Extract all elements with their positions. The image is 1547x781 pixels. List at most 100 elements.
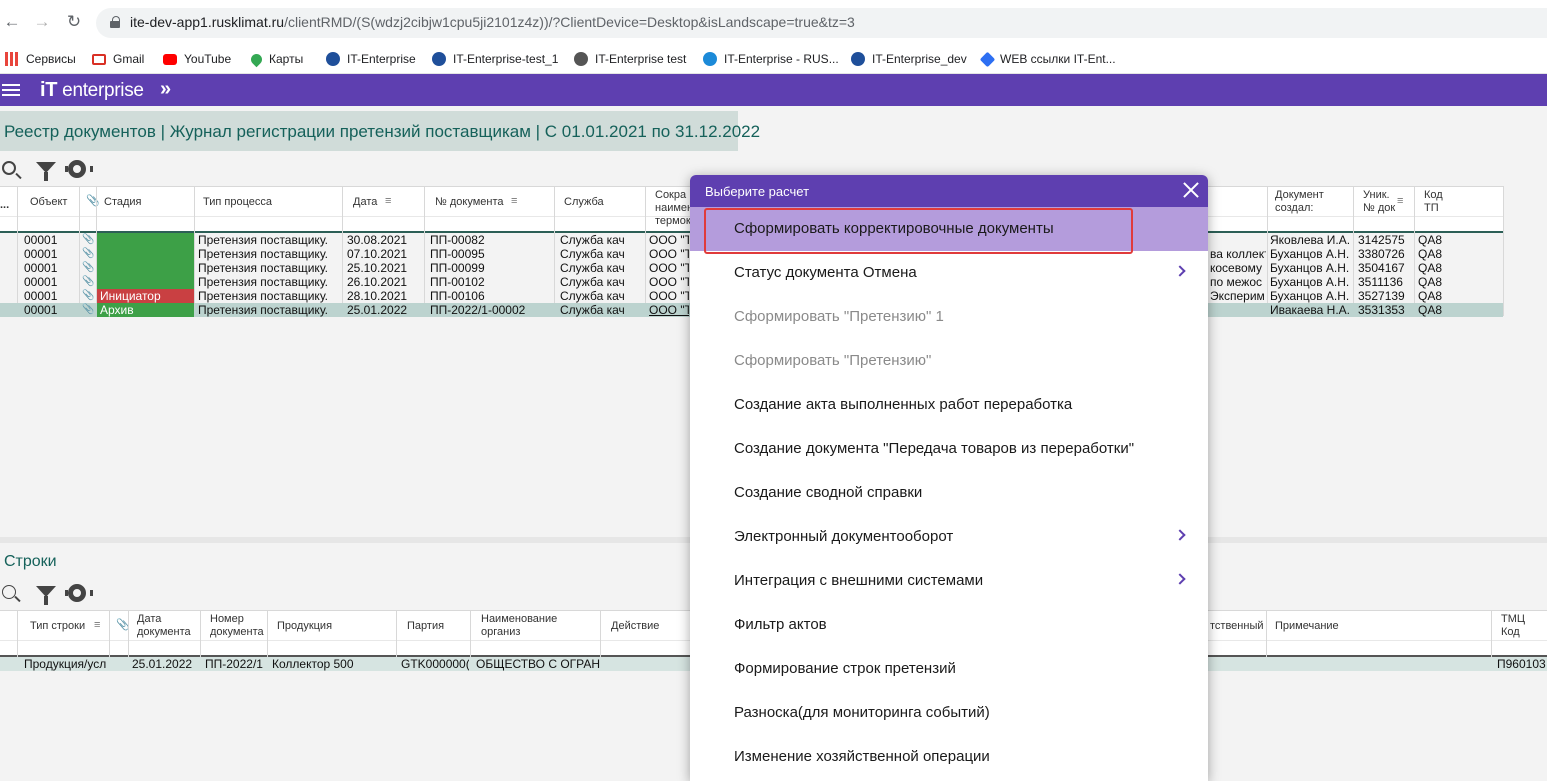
- cell-service: Служба кач: [560, 303, 625, 317]
- menu-item-12[interactable]: Разноска(для мониторинга событий): [690, 691, 1208, 735]
- bookmark-services[interactable]: Сервисы: [5, 48, 76, 70]
- col-batch[interactable]: Партия: [407, 620, 444, 633]
- filter-icon[interactable]: [35, 584, 57, 606]
- menu-icon[interactable]: [2, 84, 20, 96]
- cell-short-name: ООО "ТІ: [649, 275, 689, 289]
- menu-item-7[interactable]: Создание сводной справки: [690, 471, 1208, 515]
- cell-created-by: Буханцов А.Н.: [1270, 261, 1350, 275]
- cell-product: Коллектор 500: [272, 657, 354, 671]
- chevron-right-icon[interactable]: [1174, 265, 1186, 277]
- paperclip-icon: 📎: [86, 195, 100, 207]
- highlight-outline: [704, 208, 1133, 254]
- paperclip-icon[interactable]: 📎: [82, 289, 94, 303]
- bookmark-it-enterprise-test[interactable]: IT-Enterprise test: [574, 48, 686, 70]
- reload-icon[interactable]: ↻: [64, 11, 84, 33]
- col-product[interactable]: Продукция: [277, 620, 332, 633]
- cell-doc-date: 25.01.2022: [132, 657, 193, 671]
- cell-created-by: Буханцов А.Н.: [1270, 275, 1350, 289]
- cell-stage: Инициатор: [97, 289, 194, 303]
- paperclip-icon[interactable]: 📎: [82, 275, 94, 289]
- expand-chevrons-icon[interactable]: »: [160, 78, 171, 101]
- browser-toolbar: ← → ↻ ite-dev-app1.rusklimat.ru/clientRM…: [0, 0, 1547, 44]
- col-doc-number[interactable]: № документа: [435, 196, 504, 209]
- col-unique-doc-num[interactable]: Уник. № док: [1363, 189, 1395, 215]
- menu-item-label: Статус документа Отмена: [734, 264, 917, 281]
- settings-gear-icon[interactable]: [65, 582, 93, 604]
- cell-process-type: Претензия поставщику.: [198, 275, 328, 289]
- bookmark-youtube[interactable]: YouTube: [163, 48, 231, 70]
- bookmark-gmail[interactable]: Gmail: [92, 48, 144, 70]
- col-service[interactable]: Служба: [564, 196, 604, 209]
- cell-object: 00001: [24, 275, 58, 289]
- bookmark-it-enterprise-dev[interactable]: IT-Enterprise_dev: [851, 48, 967, 70]
- bookmark-web-links[interactable]: WEB ссылки IT-Ent...: [979, 48, 1116, 70]
- menu-item-label: Сформировать "Претензию" 1: [734, 308, 944, 325]
- edge-icon: [703, 52, 717, 66]
- col-note[interactable]: Примечание: [1275, 620, 1339, 633]
- col-object[interactable]: Объект: [30, 196, 67, 209]
- col-tp-code[interactable]: Код ТП: [1424, 189, 1443, 215]
- settings-gear-icon[interactable]: [65, 158, 93, 180]
- paperclip-icon[interactable]: 📎: [82, 261, 94, 275]
- menu-item-9[interactable]: Интеграция с внешними системами: [690, 559, 1208, 603]
- paperclip-icon[interactable]: 📎: [82, 247, 94, 261]
- menu-item-8[interactable]: Электронный документооборот: [690, 515, 1208, 559]
- filter-icon[interactable]: [35, 160, 57, 182]
- app-logo[interactable]: iT enterprise: [40, 79, 144, 102]
- cell-process-type: Претензия поставщику.: [198, 261, 328, 275]
- menu-item-2[interactable]: Статус документа Отмена: [690, 251, 1208, 295]
- col-short-name[interactable]: Сокра наимен термок: [655, 189, 693, 228]
- col-row-type[interactable]: Тип строки: [30, 620, 85, 633]
- bookmark-it-enterprise[interactable]: IT-Enterprise: [326, 48, 416, 70]
- menu-item-6[interactable]: Создание документа "Передача товаров из …: [690, 427, 1208, 471]
- menu-item-13[interactable]: Изменение хозяйственной операции: [690, 735, 1208, 779]
- cell-date: 25.10.2021: [347, 261, 408, 275]
- dropbox-icon: [979, 51, 996, 67]
- bookmark-maps[interactable]: Карты: [248, 48, 303, 70]
- col-action[interactable]: Действие: [611, 620, 659, 633]
- col-org-name[interactable]: Наименование организ: [481, 613, 557, 639]
- search-icon[interactable]: [1, 584, 23, 606]
- bookmark-it-enterprise-rus[interactable]: IT-Enterprise - RUS...: [703, 48, 839, 70]
- select-calculation-dialog: Выберите расчет Сформировать корректиров…: [690, 175, 1208, 781]
- chevron-right-icon[interactable]: [1174, 529, 1186, 541]
- bookmark-label: IT-Enterprise test: [595, 52, 687, 66]
- close-icon[interactable]: [1182, 181, 1200, 199]
- sort-icon[interactable]: ≡: [1397, 195, 1403, 208]
- address-bar[interactable]: ite-dev-app1.rusklimat.ru/clientRMD/(S(w…: [96, 8, 1547, 38]
- col-created-by[interactable]: Документ создал:: [1275, 189, 1324, 215]
- forward-arrow-icon[interactable]: →: [32, 11, 52, 33]
- sort-icon[interactable]: ≡: [94, 619, 100, 632]
- page-title: Реестр документов | Журнал регистрации п…: [4, 122, 761, 141]
- sort-icon[interactable]: ≡: [511, 195, 517, 208]
- cell-short-name: ООО "ТІ: [649, 303, 689, 317]
- bookmark-it-enterprise-test-1[interactable]: IT-Enterprise-test_1: [432, 48, 558, 70]
- menu-item-label: Разноска(для мониторинга событий): [734, 704, 990, 721]
- chevron-right-icon[interactable]: [1174, 573, 1186, 585]
- cell-extra: косевому: [1210, 261, 1263, 275]
- col-process-type[interactable]: Тип процесса: [203, 196, 272, 209]
- back-arrow-icon[interactable]: ←: [2, 11, 22, 33]
- col-doc-date[interactable]: Дата документа: [137, 613, 191, 639]
- col-tmc-code[interactable]: ТМЦ Код: [1501, 613, 1525, 639]
- menu-item-label: Фильтр актов: [734, 616, 827, 633]
- col-responsible[interactable]: тственный: [1210, 620, 1264, 633]
- menu-item-5[interactable]: Создание акта выполненных работ перерабо…: [690, 383, 1208, 427]
- cell-created-by: Буханцов А.Н.: [1270, 289, 1350, 303]
- app-header: iT enterprise »: [0, 74, 1547, 106]
- cell-short-name: ООО "ТІ: [649, 233, 689, 247]
- paperclip-icon[interactable]: 📎: [82, 303, 94, 317]
- bookmark-label: IT-Enterprise - RUS...: [724, 52, 839, 66]
- table-more-header[interactable]: ...: [0, 199, 9, 212]
- cell-doc-number: ПП-00102: [430, 275, 485, 289]
- col-stage[interactable]: Стадия: [104, 196, 142, 209]
- zoom-search-icon[interactable]: [1, 160, 23, 182]
- menu-item-10[interactable]: Фильтр актов: [690, 603, 1208, 647]
- paperclip-icon[interactable]: 📎: [82, 233, 94, 247]
- col-doc-num[interactable]: Номер документа: [210, 613, 264, 639]
- sort-icon[interactable]: ≡: [385, 195, 391, 208]
- col-date[interactable]: Дата: [353, 196, 377, 209]
- cell-object: 00001: [24, 233, 58, 247]
- menu-item-11[interactable]: Формирование строк претензий: [690, 647, 1208, 691]
- menu-item-4: Сформировать "Претензию": [690, 339, 1208, 383]
